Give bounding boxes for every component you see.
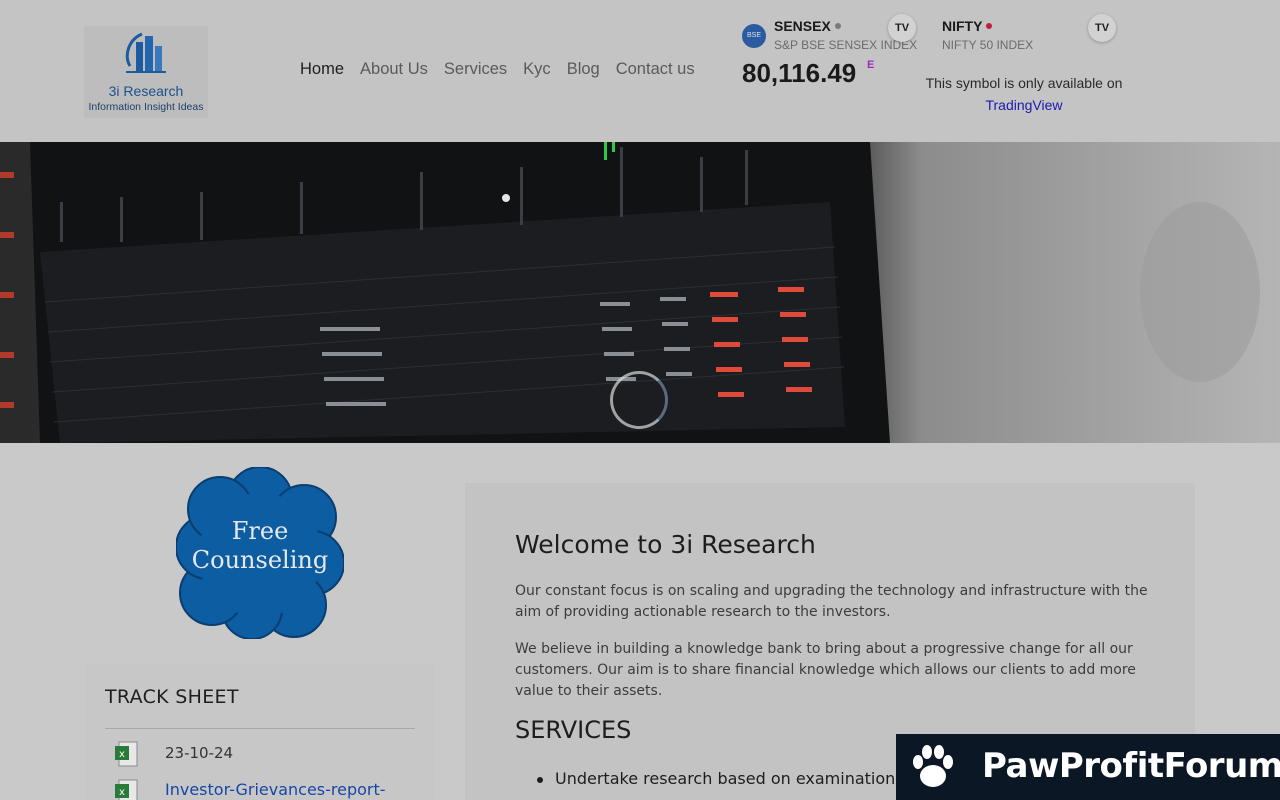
investor-grievances-report-link[interactable]: Investor-Grievances-report- bbox=[165, 780, 386, 799]
nav-about-us[interactable]: About Us bbox=[360, 60, 428, 79]
sensex-price: 80,116.49 bbox=[742, 58, 857, 88]
nifty-exchange: NIFTY 50 INDEX bbox=[942, 38, 1034, 52]
tradingview-logo-icon[interactable]: TV bbox=[888, 14, 916, 42]
welcome-paragraph-1: Our constant focus is on scaling and upg… bbox=[515, 583, 1148, 620]
logo-name: 3i Research bbox=[108, 83, 184, 99]
divider bbox=[105, 728, 415, 729]
track-sheet-panel: TRACK SHEET x 23-10-24 x Investor-Grieva… bbox=[85, 664, 435, 800]
sensex-flag: E bbox=[867, 59, 875, 71]
sensex-symbol: SENSEX bbox=[774, 18, 841, 34]
nifty-unavailable-message: This symbol is only available on Trading… bbox=[925, 75, 1123, 113]
pawprofitforum-watermark: PawProfitForum bbox=[896, 734, 1280, 800]
nav-blog[interactable]: Blog bbox=[567, 60, 600, 79]
main-nav: Home About Us Services Kyc Blog Contact … bbox=[300, 60, 711, 79]
svg-text:x: x bbox=[119, 787, 125, 798]
nav-services[interactable]: Services bbox=[444, 60, 507, 79]
site-header: 3i Research Information Insight Ideas Ho… bbox=[0, 0, 1280, 142]
nav-contact-us[interactable]: Contact us bbox=[616, 60, 695, 79]
tradingview-logo-icon[interactable]: TV bbox=[1088, 14, 1116, 42]
nav-home[interactable]: Home bbox=[300, 60, 344, 79]
nav-kyc[interactable]: Kyc bbox=[523, 60, 551, 79]
paw-icon bbox=[913, 745, 953, 787]
logo-tagline: Information Insight Ideas bbox=[88, 101, 204, 113]
svg-text:x: x bbox=[119, 749, 125, 760]
market-status-dot bbox=[986, 23, 993, 29]
welcome-paragraph-2: We believe in building a knowledge bank … bbox=[515, 641, 1136, 699]
services-heading: SERVICES bbox=[515, 716, 632, 744]
nifty-symbol: NIFTY bbox=[942, 18, 993, 34]
market-status-dot bbox=[834, 23, 841, 29]
welcome-title: Welcome to 3i Research bbox=[515, 530, 816, 559]
service-list-item: Undertake research based on examination bbox=[536, 769, 896, 788]
track-sheet-date: 23-10-24 bbox=[165, 744, 234, 762]
loading-spinner-icon bbox=[610, 371, 668, 429]
site-logo[interactable]: 3i Research Information Insight Ideas bbox=[84, 26, 208, 118]
building-logo-icon bbox=[125, 32, 166, 73]
excel-file-icon: x bbox=[115, 741, 138, 767]
bse-badge-icon: BSE bbox=[742, 24, 766, 48]
excel-file-icon: x bbox=[115, 779, 138, 800]
track-sheet-title: TRACK SHEET bbox=[105, 686, 239, 708]
tradingview-link[interactable]: TradingView bbox=[985, 97, 1062, 113]
free-counseling-badge[interactable]: Free Counseling bbox=[175, 466, 345, 640]
watermark-text: PawProfitForum bbox=[982, 746, 1280, 786]
free-counseling-text: Free Counseling bbox=[191, 517, 329, 574]
